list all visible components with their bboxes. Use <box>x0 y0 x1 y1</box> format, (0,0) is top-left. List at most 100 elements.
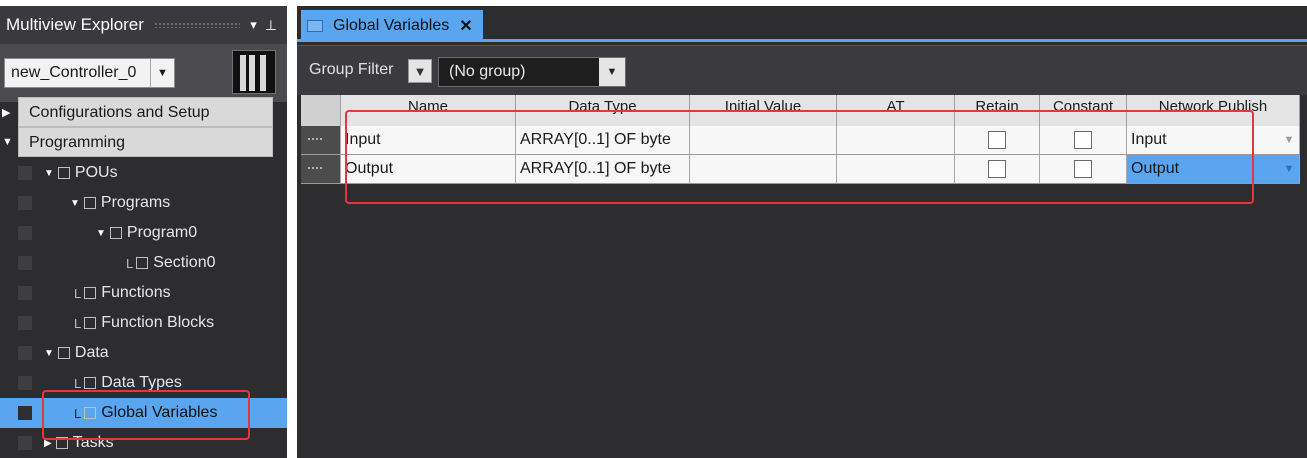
global-variables-editor: Global Variables ✕ Group Filter ▼ (No gr… <box>297 6 1307 458</box>
section-icon <box>136 257 149 269</box>
controller-select[interactable]: new_Controller_0 ▼ <box>4 58 175 88</box>
tree-gutter-cell <box>18 406 32 420</box>
row-handle[interactable] <box>301 155 341 183</box>
tree-item-label: Program0 <box>126 224 198 241</box>
tree-item-global-variables[interactable]: L Global Variables <box>0 398 287 428</box>
expand-arrow-icon[interactable]: ▶ <box>0 106 20 119</box>
tree-item-function-blocks[interactable]: L Function Blocks <box>0 308 287 338</box>
device-bar <box>249 55 255 91</box>
tree-gutter-cell <box>18 376 32 390</box>
programs-icon <box>83 197 96 209</box>
chevron-down-icon[interactable]: ▼ <box>599 58 625 86</box>
section-programming[interactable]: ▼ Programming <box>0 127 287 157</box>
tree-item-label: Data Types <box>101 374 182 391</box>
group-filter-select[interactable]: (No group) ▼ <box>438 57 626 87</box>
collapse-arrow-icon[interactable]: ▼ <box>96 228 106 239</box>
section-label[interactable]: Configurations and Setup <box>18 97 273 127</box>
tree-item-section0[interactable]: L Section0 <box>0 248 287 278</box>
controller-device-icon[interactable] <box>232 50 276 94</box>
filter-icon[interactable]: ▼ <box>408 59 432 83</box>
tree-connector: L <box>74 405 82 421</box>
tree-item-label: Data <box>74 344 109 361</box>
tree-connector: L <box>74 375 82 391</box>
column-header-constant[interactable]: Constant <box>1040 95 1127 126</box>
data-icon <box>57 347 70 359</box>
tree-item-data[interactable]: ▼ Data <box>0 338 287 368</box>
cell-data-type[interactable]: ARRAY[0..1] OF byte <box>516 126 690 154</box>
column-header-at[interactable]: AT <box>837 95 955 126</box>
cell-name[interactable]: Input <box>341 126 516 154</box>
cell-initial-value[interactable] <box>690 126 837 154</box>
column-header-retain[interactable]: Retain <box>955 95 1040 126</box>
tree-item-functions[interactable]: L Functions <box>0 278 287 308</box>
tab-strip: Global Variables ✕ <box>297 6 1307 42</box>
chevron-down-icon[interactable]: ▼ <box>1279 155 1299 183</box>
tree-item-label: Functions <box>101 284 171 301</box>
tree-item-pous[interactable]: ▼ POUs <box>0 158 287 188</box>
constant-checkbox[interactable] <box>1074 131 1092 149</box>
functions-icon <box>84 287 97 299</box>
tree-item-label: Section0 <box>153 254 216 271</box>
collapse-arrow-icon[interactable]: ▼ <box>44 348 54 359</box>
close-icon[interactable]: ✕ <box>459 16 472 36</box>
tree-gutter-cell <box>18 286 32 300</box>
collapse-arrow-icon[interactable]: ▼ <box>0 136 20 148</box>
column-header-network-publish[interactable]: Network Publish <box>1127 95 1300 126</box>
drag-grip-icon[interactable] <box>307 137 323 141</box>
column-header-data-type[interactable]: Data Type <box>516 95 690 126</box>
row-handle[interactable] <box>301 126 341 154</box>
column-header-initial-value[interactable]: Initial Value <box>690 95 837 126</box>
chevron-down-icon[interactable]: ▼ <box>1279 126 1299 154</box>
row-header-corner <box>301 95 341 126</box>
section-label[interactable]: Programming <box>18 127 273 157</box>
tree-item-data-types[interactable]: L Data Types <box>0 368 287 398</box>
global-variables-icon <box>307 20 323 32</box>
chevron-down-icon[interactable]: ▼ <box>150 59 174 87</box>
tab-global-variables[interactable]: Global Variables ✕ <box>301 10 483 42</box>
tree-item-program0[interactable]: ▼ Program0 <box>0 218 287 248</box>
multiview-explorer-panel: Multiview Explorer ▾ ⊥ new_Controller_0 … <box>0 6 287 458</box>
collapse-arrow-icon[interactable]: ▼ <box>70 198 80 209</box>
tree-item-tasks[interactable]: ▶ Tasks <box>0 428 287 458</box>
retain-checkbox[interactable] <box>988 160 1006 178</box>
panel-grip[interactable] <box>153 22 241 28</box>
cell-retain[interactable] <box>955 155 1040 183</box>
cell-data-type[interactable]: ARRAY[0..1] OF byte <box>516 155 690 183</box>
expand-arrow-icon[interactable]: ▶ <box>44 438 52 449</box>
program-icon <box>109 227 122 239</box>
group-filter-bar: Group Filter ▼ (No group) ▼ <box>297 45 1307 95</box>
cell-network-publish[interactable]: Input ▼ <box>1127 126 1300 154</box>
device-bar <box>240 55 246 91</box>
section-configurations-and-setup[interactable]: ▶ Configurations and Setup <box>0 97 287 127</box>
tree-item-label: Tasks <box>72 434 114 451</box>
collapse-arrow-icon[interactable]: ▼ <box>44 168 54 179</box>
tree-item-label: Function Blocks <box>101 314 215 331</box>
tree-gutter-cell <box>18 436 32 450</box>
pin-icon[interactable]: ⊥ <box>265 17 277 34</box>
data-types-icon <box>84 377 97 389</box>
tree-gutter-cell <box>18 316 32 330</box>
panel-splitter[interactable] <box>287 6 297 458</box>
drag-grip-icon[interactable] <box>307 166 323 170</box>
tree-gutter-cell <box>18 166 32 180</box>
table-row[interactable]: Output ARRAY[0..1] OF byte Output ▼ <box>301 155 1300 184</box>
column-header-name[interactable]: Name <box>341 95 516 126</box>
tree-item-programs[interactable]: ▼ Programs <box>0 188 287 218</box>
cell-at[interactable] <box>837 126 955 154</box>
retain-checkbox[interactable] <box>988 131 1006 149</box>
tree-connector: L <box>74 315 82 331</box>
cell-constant[interactable] <box>1040 155 1127 183</box>
tab-label: Global Variables <box>333 17 450 34</box>
controller-select-value: new_Controller_0 <box>11 64 137 81</box>
table-row[interactable]: Input ARRAY[0..1] OF byte Input ▼ <box>301 126 1300 155</box>
device-bar <box>260 55 266 91</box>
cell-constant[interactable] <box>1040 126 1127 154</box>
group-filter-label: Group Filter <box>309 61 394 78</box>
cell-initial-value[interactable] <box>690 155 837 183</box>
cell-retain[interactable] <box>955 126 1040 154</box>
cell-at[interactable] <box>837 155 955 183</box>
constant-checkbox[interactable] <box>1074 160 1092 178</box>
panel-menu-chevron-icon[interactable]: ▾ <box>250 17 257 33</box>
cell-network-publish[interactable]: Output ▼ <box>1127 155 1300 183</box>
cell-name[interactable]: Output <box>341 155 516 183</box>
